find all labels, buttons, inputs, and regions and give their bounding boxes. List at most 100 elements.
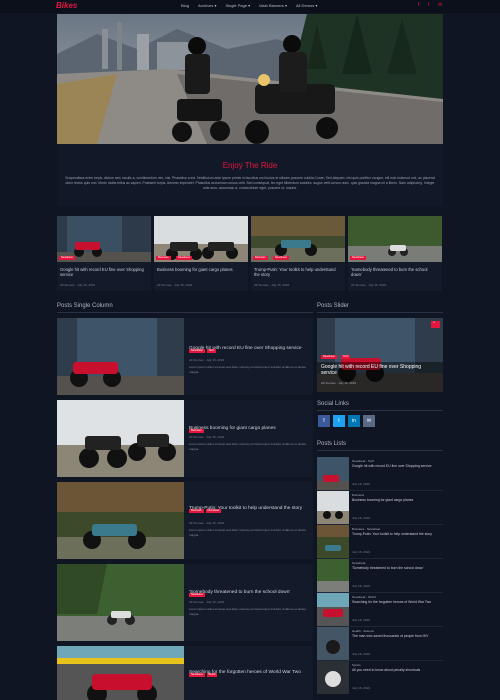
list-item[interactable]: Health - Science The man who saved thous… — [317, 627, 443, 661]
list-thumb[interactable] — [317, 593, 349, 626]
list-item[interactable]: Newsbeat - Tech Google hit with record E… — [317, 457, 443, 491]
list-item[interactable]: Business Business booming for giant carg… — [317, 491, 443, 525]
list-thumb[interactable] — [317, 627, 349, 660]
post-meta: AF themes · July 16, 2019 — [189, 358, 225, 362]
post-item[interactable]: Newsbeat 'Somebody threatened to burn th… — [57, 564, 313, 641]
list-thumb[interactable] — [317, 661, 349, 694]
post-excerpt: Lorem ipsum dolor sit amet,sed diam nonu… — [189, 365, 307, 374]
card-title[interactable]: Google hit with record EU fine over Shop… — [60, 267, 148, 277]
list-category[interactable]: Newsbeat - World — [352, 595, 376, 599]
list-thumb[interactable] — [317, 457, 349, 490]
section-title-social-links: Social Links — [317, 401, 350, 407]
nav-archives[interactable]: Archives ▾ — [198, 3, 216, 8]
slider-tag[interactable]: Newsbeat — [321, 355, 337, 359]
list-item[interactable]: Newsbeat 'Somebody threatened to burn th… — [317, 559, 443, 593]
post-image[interactable] — [57, 318, 184, 395]
facebook-icon[interactable]: f — [418, 3, 422, 8]
header-social: f t ✉ — [418, 3, 442, 8]
list-thumb[interactable] — [317, 491, 349, 524]
intro-section: Enjoy The Ride Suspendisse enim turpis, … — [57, 144, 443, 206]
post-image[interactable] — [57, 400, 184, 477]
site-logo[interactable]: Bikes — [56, 1, 77, 10]
list-title[interactable]: The man who saved thousands of people fr… — [352, 634, 442, 639]
top-navbar: Bikes Blog Archives ▾ Single Page ▾ Main… — [0, 0, 500, 13]
card[interactable]: Newsbeat Google hit with record EU fine … — [57, 216, 151, 291]
post-excerpt: Lorem ipsum dolor sit amet,sed diam nonu… — [189, 442, 307, 451]
card-image[interactable]: Newsbeat — [348, 216, 442, 262]
nav-single-page[interactable]: Single Page ▾ — [225, 3, 250, 8]
list-item[interactable]: Newsbeat - World Searching for the forgo… — [317, 593, 443, 627]
list-category[interactable]: Sports — [352, 663, 361, 667]
post-title[interactable]: Searching for the forgotten heroes of Wo… — [189, 670, 309, 676]
intro-title: Enjoy The Ride — [222, 161, 278, 170]
list-thumb[interactable] — [317, 525, 349, 558]
section-title-posts-slider: Posts Slider — [317, 303, 350, 309]
card-title[interactable]: 'Somebody threatened to burn the school … — [351, 267, 439, 277]
card-title[interactable]: Business booming for giant cargo planes — [157, 267, 245, 272]
list-title[interactable]: Google hit with record EU fine over Shop… — [352, 464, 442, 469]
card[interactable]: Business Newsbeat Business booming for g… — [154, 216, 248, 291]
card-image[interactable]: Business Newsbeat — [251, 216, 345, 262]
list-item[interactable]: Sports All you need to know about penalt… — [317, 661, 443, 694]
list-item[interactable]: Business - Newsbeat Trump-Putin: Your to… — [317, 525, 443, 559]
post-title[interactable]: Trump-Putin: Your toolkit to help unders… — [189, 506, 309, 512]
linkedin-icon[interactable]: in — [348, 415, 360, 427]
post-image[interactable] — [57, 482, 184, 559]
nav-main-banners[interactable]: Main Banners ▾ — [259, 3, 287, 8]
card-tag[interactable]: Business — [253, 256, 268, 260]
card-tag[interactable]: Newsbeat — [59, 256, 75, 260]
list-date: July 16, 2019 — [352, 516, 370, 520]
main-nav: Blog Archives ▾ Single Page ▾ Main Banne… — [181, 3, 317, 8]
card[interactable]: Business Newsbeat Trump-Putin: Your tool… — [251, 216, 345, 291]
social-links: f t in ✉ — [318, 415, 375, 427]
section-divider — [57, 312, 313, 313]
email-icon[interactable]: ✉ — [438, 3, 442, 8]
list-date: July 16, 2019 — [352, 482, 370, 486]
slider-tag[interactable]: Tech — [341, 355, 351, 359]
email-icon[interactable]: ✉ — [363, 415, 375, 427]
list-title[interactable]: Searching for the forgotten heroes of Wo… — [352, 600, 442, 605]
list-thumb[interactable] — [317, 559, 349, 592]
card-meta: AF themes · July 16, 2019 — [351, 283, 387, 287]
section-divider — [317, 312, 443, 313]
twitter-icon[interactable]: t — [333, 415, 345, 427]
post-meta: AF themes · July 16, 2019 — [189, 435, 225, 439]
twitter-icon[interactable]: t — [428, 3, 432, 8]
list-title[interactable]: 'Somebody threatened to burn the school … — [352, 566, 442, 571]
intro-text: Suspendisse enim turpis, dictum sed, iac… — [65, 176, 435, 190]
card-tag[interactable]: Newsbeat — [273, 256, 289, 260]
posts-slider[interactable]: Newsbeat Tech ✦ Google hit with record E… — [317, 318, 443, 392]
post-image[interactable] — [57, 564, 184, 641]
list-category[interactable]: Health - Science — [352, 629, 374, 633]
card[interactable]: Newsbeat 'Somebody threatened to burn th… — [348, 216, 442, 291]
card-image[interactable]: Newsbeat — [57, 216, 151, 262]
list-category[interactable]: Newsbeat — [352, 561, 365, 565]
list-title[interactable]: All you need to know about penalty shoot… — [352, 668, 442, 673]
card-tag[interactable]: Business — [156, 256, 171, 260]
slider-title[interactable]: Google hit with record EU fine over Shop… — [321, 364, 437, 376]
facebook-icon[interactable]: f — [318, 415, 330, 427]
list-title[interactable]: Business booming for giant cargo planes — [352, 498, 442, 503]
post-title[interactable]: 'Somebody threatened to burn the school … — [189, 590, 309, 596]
post-title[interactable]: Google hit with record EU fine over Shop… — [189, 346, 309, 352]
post-item[interactable]: Newsbeat Tech Google hit with record EU f… — [57, 318, 313, 395]
card-meta: AF themes · July 16, 2019 — [157, 283, 193, 287]
section-divider — [317, 450, 443, 451]
card-image[interactable]: Business Newsbeat — [154, 216, 248, 262]
list-category[interactable]: Newsbeat - Tech — [352, 459, 374, 463]
post-item[interactable]: Business Business booming for giant carg… — [57, 400, 313, 477]
list-category[interactable]: Business — [352, 493, 364, 497]
card-tag[interactable]: Newsbeat — [350, 256, 366, 260]
hero-image — [57, 14, 443, 144]
nav-all-demos[interactable]: All Demos ▾ — [296, 3, 317, 8]
post-image[interactable] — [57, 646, 184, 700]
post-item[interactable]: Business Newsbeat Trump-Putin: Your toolk… — [57, 482, 313, 559]
post-item[interactable]: Newsbeat World Searching for the forgotte… — [57, 646, 313, 700]
post-title[interactable]: Business booming for giant cargo planes — [189, 426, 309, 432]
list-title[interactable]: Trump-Putin: Your toolkit to help unders… — [352, 532, 442, 537]
list-category[interactable]: Business - Newsbeat — [352, 527, 380, 531]
nav-blog[interactable]: Blog — [181, 3, 189, 8]
card-tag[interactable]: Newsbeat — [176, 256, 192, 260]
list-date: July 16, 2019 — [352, 550, 370, 554]
card-title[interactable]: Trump-Putin: Your toolkit to help unders… — [254, 267, 342, 277]
